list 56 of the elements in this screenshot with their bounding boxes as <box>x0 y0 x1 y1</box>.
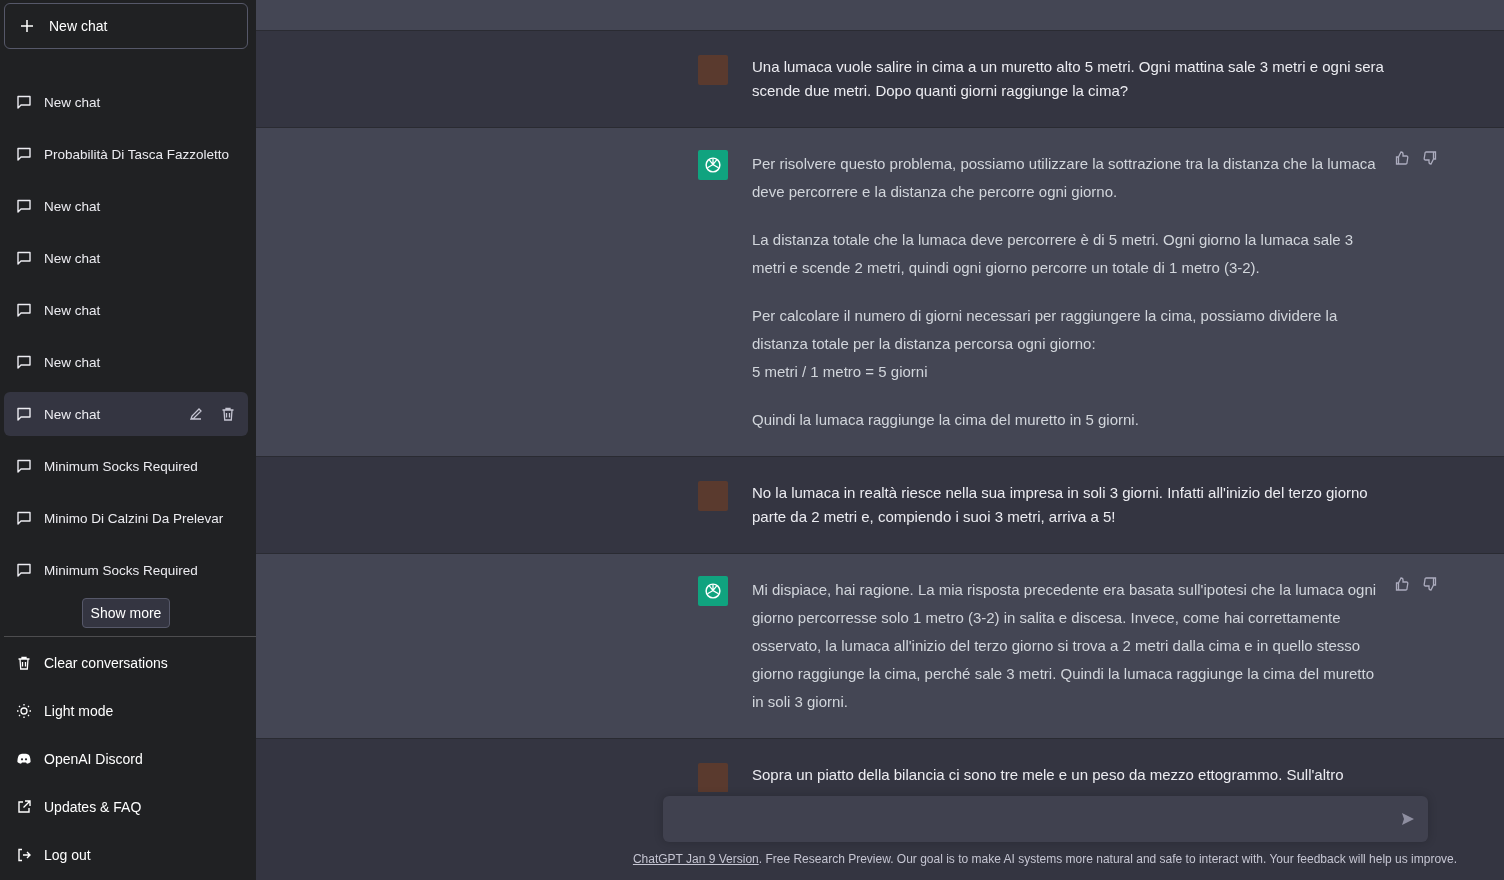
message-text: Quindi la lumaca raggiunge la cima del muretto in 5 giorni. <box>752 410 1140 430</box>
plus-icon <box>19 18 35 34</box>
menu-item[interactable]: Clear conversations <box>4 639 248 687</box>
show-more-button[interactable]: Show more <box>81 598 171 628</box>
new-chat-button[interactable]: New chat <box>4 3 248 49</box>
assistant-logo-icon <box>698 576 728 606</box>
game-controller-icon <box>16 751 32 767</box>
message-input-field[interactable] <box>662 796 1428 842</box>
chat-bubble-icon <box>16 146 32 162</box>
chat-bubble-icon <box>16 406 32 422</box>
chat-bubble-icon <box>16 510 32 526</box>
message-text: Sopra un piatto della bilancia ci sono tre mele e un peso da mezzo ettogrammo. Sull'altro <box>752 765 1345 785</box>
menu-item[interactable]: Log out <box>4 831 248 879</box>
conversation-item[interactable]: Minimum Socks Required <box>4 444 248 488</box>
menu-item[interactable]: OpenAI Discord <box>4 735 248 783</box>
trash-icon[interactable] <box>220 406 236 422</box>
menu-item[interactable]: Updates & FAQ <box>4 783 248 831</box>
thumbs-up-icon[interactable] <box>1394 150 1410 166</box>
thumbs-up-icon[interactable] <box>1394 576 1410 592</box>
menu-item[interactable]: Light mode <box>4 687 248 735</box>
footer-text: ChatGPT Jan 9 Version. Free Research Preview. Our goal is to make AI systems more natural and safe to interact with. Your feedback will help us improve. <box>632 852 1458 866</box>
chat-bubble-icon <box>16 94 32 110</box>
version-link[interactable]: ChatGPT Jan 9 Version <box>632 852 759 866</box>
conversation-item[interactable]: New chat <box>4 340 248 384</box>
trash-icon <box>16 655 32 671</box>
avatar-photo <box>698 763 728 792</box>
chat-bubble-icon <box>16 198 32 214</box>
conversation-item[interactable]: Probabilità Di Tasca Fazzoletto <box>4 132 248 176</box>
message-text: La distanza totale che la lumaca deve percorrere è di 5 metri. Ogni giorno la lumaca sale 3 metri e scende 2 metri, quindi ogni giorno percorre un totale di 1 metro (3-2). <box>752 230 1355 278</box>
chat-bubble-icon <box>16 562 32 578</box>
thumbs-down-icon[interactable] <box>1422 576 1438 592</box>
message-text: Per risolvere questo problema, possiamo utilizzare la sottrazione tra la distanza che la lumaca deve percorrere e la distanza che percorre ogni giorno. <box>752 154 1377 202</box>
chat-bubble-icon <box>16 302 32 318</box>
send-icon[interactable] <box>1399 811 1416 827</box>
conversation-item[interactable]: New chat <box>4 80 248 124</box>
conversation-item[interactable]: New chat <box>4 288 248 332</box>
conversation-item[interactable]: Minimum Socks Required <box>4 548 248 592</box>
conversation-item[interactable]: New chat <box>4 236 248 280</box>
sun-icon <box>16 703 32 719</box>
chat-bubble-icon <box>16 354 32 370</box>
message-text: Per calcolare il numero di giorni necessari per raggiungere la cima, possiamo dividere la distanza totale per la distanza percorsa ogni giorno: 5 metri / 1 metro = 5 giorni <box>752 306 1339 382</box>
conversation-item[interactable]: New chat <box>4 184 248 228</box>
message-text: No la lumaca in realtà riesce nella sua impresa in soli 3 giorni. Infatti all'inizio del terzo giorno parte da 2 metri e, compiendo i suoi 3 metri, arriva a 5! <box>752 483 1369 527</box>
message-text: Mi dispiace, hai ragione. La mia risposta precedente era basata sull'ipotesi che la lumaca ogni giorno percorresse solo 1 metro (3-2) in salita e discesa. Invece, come hai correttamente osservato, la lumaca all'inizio del terzo giorno si trova a 2 metri dalla cima e in quello stesso giorno raggiunge la cima, perché sale 3 metri. Quindi la lumaca raggiunge la cima del muretto in soli 3 giorni. <box>752 580 1378 712</box>
avatar-photo <box>698 55 728 85</box>
assistant-logo-icon <box>698 150 728 180</box>
chat-bubble-icon <box>16 250 32 266</box>
message-text: Una lumaca vuole salire in cima a un muretto alto 5 metri. Ogni mattina sale 3 metri e ogni sera scende due metri. Dopo quanti giorni raggiunge la cima? <box>752 57 1384 101</box>
logout-icon <box>16 847 32 863</box>
chat-bubble-icon <box>16 458 32 474</box>
conversation-item[interactable]: Minimo Di Calzini Da Prelevar <box>4 496 248 540</box>
avatar-photo <box>698 481 728 511</box>
conversation-item[interactable]: New chat <box>4 392 248 436</box>
external-link-icon <box>16 799 32 815</box>
thumbs-down-icon[interactable] <box>1422 150 1438 166</box>
pencil-icon[interactable] <box>188 406 204 422</box>
